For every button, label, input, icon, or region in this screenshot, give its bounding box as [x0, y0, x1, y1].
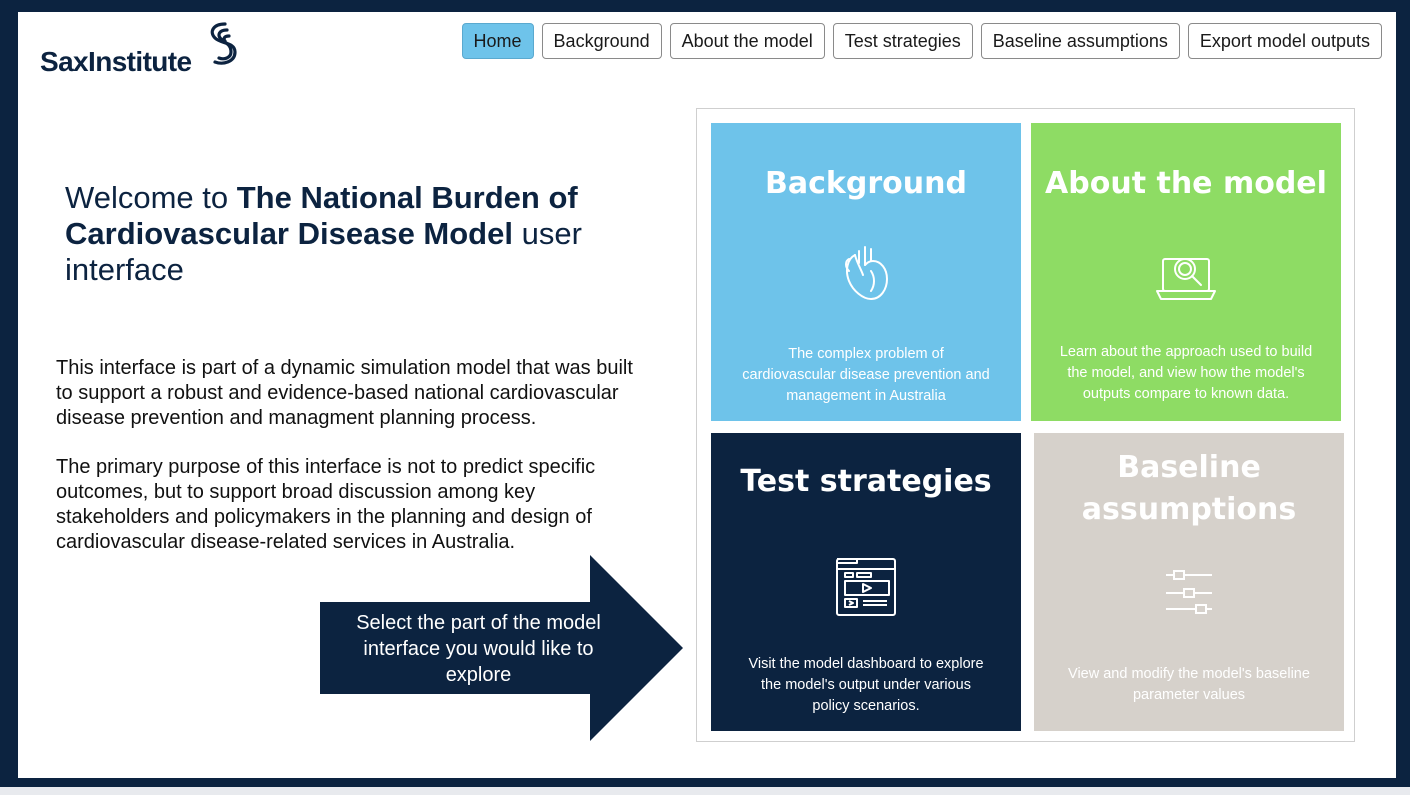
tile-title: Test strategies: [740, 464, 992, 499]
nav-background-button[interactable]: Background: [541, 23, 662, 59]
tile-background[interactable]: Background The complex problem of cardio…: [711, 123, 1021, 421]
tile-description: Learn about the approach used to build t…: [1059, 344, 1313, 402]
callout-text: Select the part of the model interface y…: [356, 612, 601, 686]
logo-text: SaxInstitute: [40, 46, 192, 77]
tile-title: About the model: [1045, 166, 1327, 201]
tile-description: Visit the model dashboard to explore the…: [748, 656, 984, 714]
tile-about-model[interactable]: About the model Learn about the approach…: [1031, 123, 1341, 421]
nav-test-strategies-button[interactable]: Test strategies: [832, 23, 973, 59]
sliders-icon: [1166, 570, 1212, 614]
nav-home-button[interactable]: Home: [461, 23, 534, 59]
dashboard-window-icon: [836, 558, 896, 616]
intro-paragraph-1: This interface is part of a dynamic simu…: [56, 357, 633, 429]
intro-paragraph-2: The primary purpose of this interface is…: [56, 456, 596, 553]
nav-export-outputs-button[interactable]: Export model outputs: [1187, 23, 1382, 59]
title-prefix: Welcome to: [65, 180, 237, 215]
tile-description: The complex problem of cardiovascular di…: [742, 346, 990, 404]
tile-description: View and modify the model's baseline par…: [1068, 666, 1310, 703]
tile-baseline-assumptions[interactable]: Baseline assumptions View and modify the…: [1034, 433, 1344, 731]
page-title: Welcome to The National Burden of Cardio…: [65, 180, 625, 288]
bottom-strip: [0, 787, 1410, 795]
top-nav: Home Background About the model Test str…: [461, 23, 1382, 59]
tile-test-strategies[interactable]: Test strategies Visit the model dashboar…: [711, 433, 1021, 731]
heart-icon: [845, 246, 888, 300]
tile-title: Background: [765, 166, 967, 201]
sax-institute-logo[interactable]: SaxInstitute: [40, 20, 250, 80]
tile-title: Baseline assumptions: [1081, 450, 1297, 527]
nav-baseline-assumptions-button[interactable]: Baseline assumptions: [980, 23, 1180, 59]
nav-about-model-button[interactable]: About the model: [669, 23, 825, 59]
intro-text: This interface is part of a dynamic simu…: [56, 356, 646, 579]
logo-swirl-icon: [210, 22, 237, 65]
laptop-magnifier-icon: [1156, 258, 1216, 300]
